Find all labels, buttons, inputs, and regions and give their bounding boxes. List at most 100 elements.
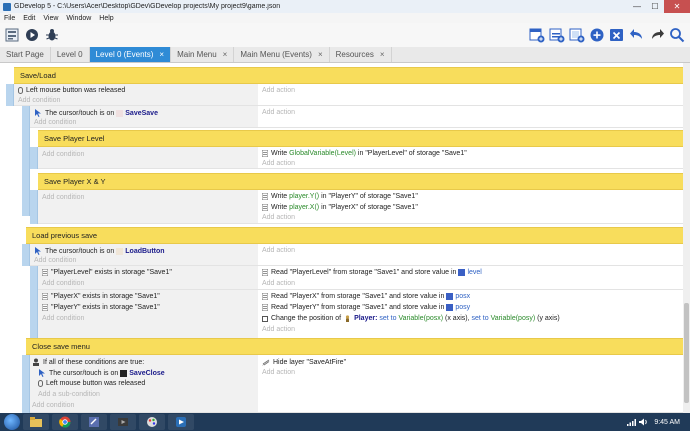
gdevelop-taskbar-icon[interactable] [168,414,194,430]
debugger-bug-icon[interactable] [44,27,60,43]
condition-playerlevel-exists[interactable]: "PlayerLevel" exists in storage "Save1" [41,268,172,277]
event-handle[interactable] [30,290,38,342]
close-tab-icon[interactable]: × [318,50,323,59]
close-tab-icon[interactable]: × [223,50,228,59]
group-save-load[interactable]: Save/Load [14,67,685,84]
tab-start-page[interactable]: Start Page [0,47,51,62]
condition-left-mouse-released[interactable]: Left mouse button was released [18,87,125,94]
add-subcondition-link[interactable]: Add a sub-condition [38,391,100,398]
conditions-cell[interactable]: "PlayerX" exists in storage "Save1" "Pla… [38,290,258,342]
actions-cell[interactable]: Write player.Y() in "PlayerY" of storage… [258,190,685,224]
action-read-playery[interactable]: Read "PlayerY" from storage "Save1" and … [261,303,470,312]
condition-playerx-exists[interactable]: "PlayerX" exists in storage "Save1" [41,292,160,301]
group-close-save-menu[interactable]: Close save menu [26,338,685,355]
add-condition-link[interactable]: Add condition [42,151,84,158]
actions-cell[interactable]: Hide layer "SaveAtFire" Add action [258,355,685,413]
redo-icon[interactable] [649,27,665,43]
actions-cell[interactable]: Add action [258,106,685,128]
add-action-link[interactable]: Add action [262,214,295,221]
windows-start-button[interactable] [4,414,20,430]
clock-time[interactable]: 9:45 AM [654,419,680,426]
group-save-player-level[interactable]: Save Player Level [38,130,685,147]
events-sheet[interactable]: Save/Load Left mouse button was released… [0,63,690,413]
events-scrollbar[interactable] [683,63,690,413]
conditions-cell[interactable]: If all of these conditions are true: The… [30,355,258,413]
conditions-cell[interactable]: Left mouse button was released Add condi… [14,84,258,106]
event-handle[interactable] [22,128,30,216]
tab-level-0-events[interactable]: Level 0 (Events) × [89,47,172,62]
media-app-icon[interactable] [110,414,136,430]
add-condition-link[interactable]: Add condition [34,257,76,264]
close-window-button[interactable]: ✕ [664,0,690,13]
conditions-cell[interactable]: Add condition [38,190,258,224]
conditions-cell[interactable]: Add condition [38,147,258,169]
menu-window[interactable]: Window [66,15,91,22]
add-group-icon[interactable] [589,27,605,43]
tab-main-menu[interactable]: Main Menu × [171,47,235,62]
project-manager-icon[interactable] [4,27,20,43]
add-condition-link[interactable]: Add condition [18,97,60,104]
group-load-previous-save[interactable]: Load previous save [26,227,685,244]
subcondition-left-mouse-released[interactable]: Left mouse button was released [38,380,145,387]
condition-playery-exists[interactable]: "PlayerY" exists in storage "Save1" [41,303,160,312]
event-handle[interactable] [22,106,30,128]
volume-icon[interactable] [639,418,648,426]
search-icon[interactable] [669,27,685,43]
add-action-link[interactable]: Add action [262,160,295,167]
action-write-player-x[interactable]: Write player.X() in "PlayerX" of storage… [261,203,418,212]
action-write-player-y[interactable]: Write player.Y() in "PlayerY" of storage… [261,192,418,201]
scrollbar-thumb[interactable] [684,303,689,403]
preview-play-icon[interactable] [24,27,40,43]
add-action-link[interactable]: Add action [262,326,295,333]
actions-cell[interactable]: Add action [258,244,685,266]
menu-view[interactable]: View [43,15,58,22]
paint-app-icon[interactable] [139,414,165,430]
menu-file[interactable]: File [4,15,15,22]
menu-help[interactable]: Help [99,15,113,22]
actions-cell[interactable]: Read "PlayerLevel" from storage "Save1" … [258,266,685,290]
file-explorer-icon[interactable] [23,414,49,430]
event-handle[interactable] [22,244,30,266]
menu-edit[interactable]: Edit [23,15,35,22]
undo-icon[interactable] [629,27,645,43]
add-comment-icon[interactable] [569,27,585,43]
condition-cursor-on-loadbutton[interactable]: The cursor/touch is on LoadButton [34,247,165,255]
event-handle[interactable] [30,147,38,169]
tab-level-0[interactable]: Level 0 [50,47,90,62]
condition-cursor-on-savesave[interactable]: The cursor/touch is on SaveSave [34,109,158,117]
group-save-player-xy[interactable]: Save Player X & Y [38,173,685,190]
add-action-link[interactable]: Add action [262,280,295,287]
event-handle[interactable] [22,355,30,413]
action-change-position-player[interactable]: Change the position of Player: set to Var… [262,315,560,322]
tab-resources[interactable]: Resources × [329,47,392,62]
actions-cell[interactable]: Write GlobalVariable(Level) in "PlayerLe… [258,147,685,169]
add-subevent-icon[interactable] [549,27,565,43]
conditions-cell[interactable]: The cursor/touch is on SaveSave Add condi… [30,106,258,128]
conditions-cell[interactable]: "PlayerLevel" exists in storage "Save1" … [38,266,258,290]
subcondition-cursor-on-saveclose[interactable]: The cursor/touch is on SaveClose [38,369,165,377]
close-tab-icon[interactable]: × [159,50,164,59]
event-handle[interactable] [6,84,14,106]
action-write-player-level[interactable]: Write GlobalVariable(Level) in "PlayerLe… [261,149,467,158]
actions-cell[interactable]: Read "PlayerX" from storage "Save1" and … [258,290,685,342]
add-action-link[interactable]: Add action [262,109,295,116]
condition-all-true[interactable]: If all of these conditions are true: [32,358,144,366]
add-action-link[interactable]: Add action [262,87,295,94]
add-condition-link[interactable]: Add condition [42,194,84,201]
add-action-link[interactable]: Add action [262,247,295,254]
network-icon[interactable] [627,418,637,426]
add-event-icon[interactable] [529,27,545,43]
add-condition-link[interactable]: Add condition [32,402,74,409]
editor-app-icon[interactable] [81,414,107,430]
actions-cell[interactable]: Add action [258,84,685,106]
event-handle[interactable] [30,266,38,290]
conditions-cell[interactable]: The cursor/touch is on LoadButton Add con… [30,244,258,266]
event-handle[interactable] [30,190,38,224]
tab-main-menu-events[interactable]: Main Menu (Events) × [234,47,330,62]
add-condition-link[interactable]: Add condition [34,119,76,126]
close-tab-icon[interactable]: × [380,50,385,59]
minimize-button[interactable]: — [628,0,646,13]
chrome-browser-icon[interactable] [52,414,78,430]
action-hide-layer[interactable]: Hide layer "SaveAtFire" [262,358,346,366]
delete-icon[interactable] [609,27,625,43]
